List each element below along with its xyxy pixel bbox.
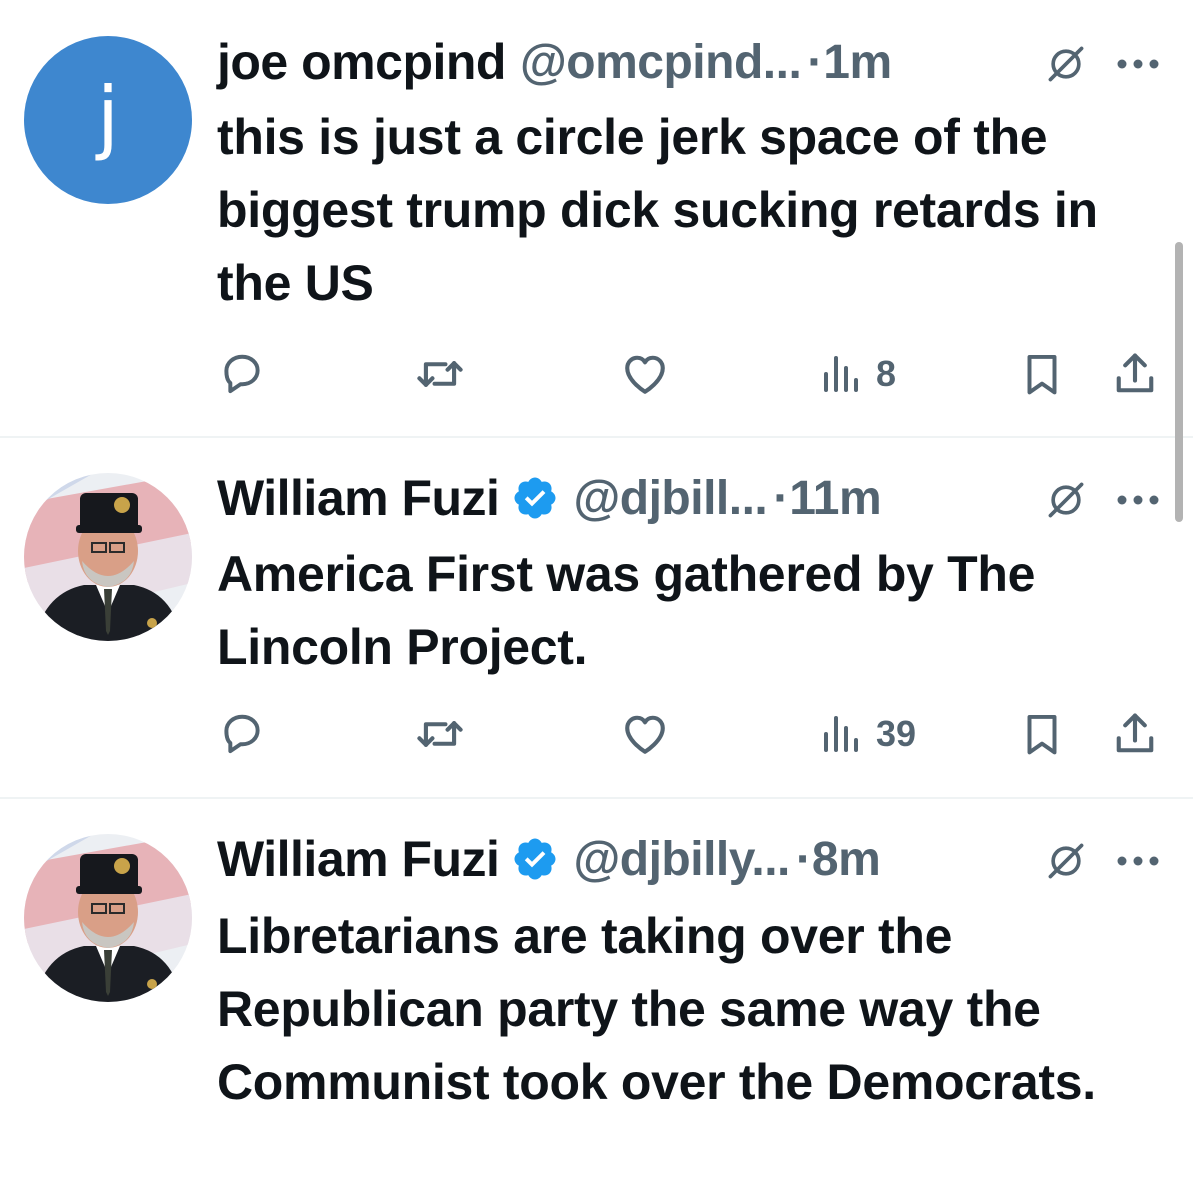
avatar-initial: j — [96, 70, 120, 163]
like-button[interactable] — [619, 344, 671, 404]
bookmark-button[interactable] — [1017, 344, 1067, 404]
repost-button[interactable] — [414, 704, 466, 764]
views-button[interactable]: 8 — [818, 344, 896, 404]
reply-icon — [217, 709, 267, 759]
post-text: America First was gathered by The Lincol… — [217, 546, 1036, 675]
action-bar: 8 — [217, 344, 1167, 404]
post-2[interactable]: William Fuzi @djbill... · 11m America Fi… — [0, 438, 1193, 798]
repost-button[interactable] — [414, 344, 466, 404]
share-button[interactable] — [1109, 704, 1161, 764]
username-handle[interactable]: @djbilly... — [573, 832, 790, 887]
share-icon — [1109, 708, 1161, 760]
separator-dot: · — [795, 832, 812, 886]
post-header: joe omcpind @omcpind... · 1m — [217, 32, 1163, 92]
more-dots-icon[interactable] — [1115, 57, 1161, 71]
bookmark-button[interactable] — [1017, 704, 1067, 764]
heart-icon — [619, 348, 671, 400]
bookmark-icon — [1017, 709, 1067, 759]
avatar[interactable] — [24, 473, 192, 641]
more-dots-icon[interactable] — [1115, 854, 1161, 868]
username-handle[interactable]: @omcpind... — [520, 35, 802, 90]
avatar-photo — [24, 834, 192, 1002]
post-3[interactable]: William Fuzi @djbilly... · 8m Libretaria… — [0, 799, 1193, 1200]
post-1[interactable]: j joe omcpind @omcpind... · 1m this is j… — [0, 0, 1193, 437]
display-name[interactable]: William Fuzi — [217, 830, 500, 888]
grok-icon[interactable] — [1044, 478, 1088, 522]
display-name[interactable]: joe omcpind — [217, 33, 506, 91]
verified-badge-icon[interactable] — [511, 474, 559, 522]
bookmark-icon — [1017, 349, 1067, 399]
views-chart-icon — [818, 350, 866, 398]
avatar[interactable] — [24, 834, 192, 1002]
share-icon — [1109, 348, 1161, 400]
timeline-feed: j joe omcpind @omcpind... · 1m this is j… — [0, 0, 1193, 1200]
verified-badge-icon[interactable] — [511, 835, 559, 883]
share-button[interactable] — [1109, 344, 1161, 404]
heart-icon — [619, 708, 671, 760]
views-chart-icon — [818, 710, 866, 758]
views-count: 39 — [876, 713, 917, 754]
grok-icon[interactable] — [1044, 42, 1088, 86]
post-header: William Fuzi @djbill... · 11m — [217, 468, 1163, 528]
action-bar: 39 — [217, 704, 1167, 764]
reply-icon — [217, 349, 267, 399]
scrollbar[interactable] — [1175, 242, 1183, 522]
repost-icon — [414, 708, 466, 760]
timestamp[interactable]: 8m — [812, 832, 881, 887]
more-dots-icon[interactable] — [1115, 493, 1161, 507]
reply-button[interactable] — [217, 704, 267, 764]
post-text: Libretarians are taking over the Republi… — [217, 908, 1096, 1110]
avatar-photo — [24, 473, 192, 641]
reply-button[interactable] — [217, 344, 267, 404]
like-button[interactable] — [619, 704, 671, 764]
grok-icon[interactable] — [1044, 839, 1088, 883]
views-button[interactable]: 39 — [818, 704, 916, 764]
display-name[interactable]: William Fuzi — [217, 469, 500, 527]
views-count: 8 — [876, 353, 897, 394]
username-handle[interactable]: @djbill... — [573, 471, 767, 526]
avatar[interactable]: j — [24, 36, 192, 204]
timestamp[interactable]: 11m — [789, 471, 881, 526]
repost-icon — [414, 348, 466, 400]
post-header: William Fuzi @djbilly... · 8m — [217, 829, 1163, 889]
post-text: this is just a circle jerk space of the … — [217, 109, 1098, 311]
separator-dot: · — [773, 471, 790, 525]
separator-dot: · — [807, 35, 824, 89]
timestamp[interactable]: 1m — [823, 35, 892, 90]
